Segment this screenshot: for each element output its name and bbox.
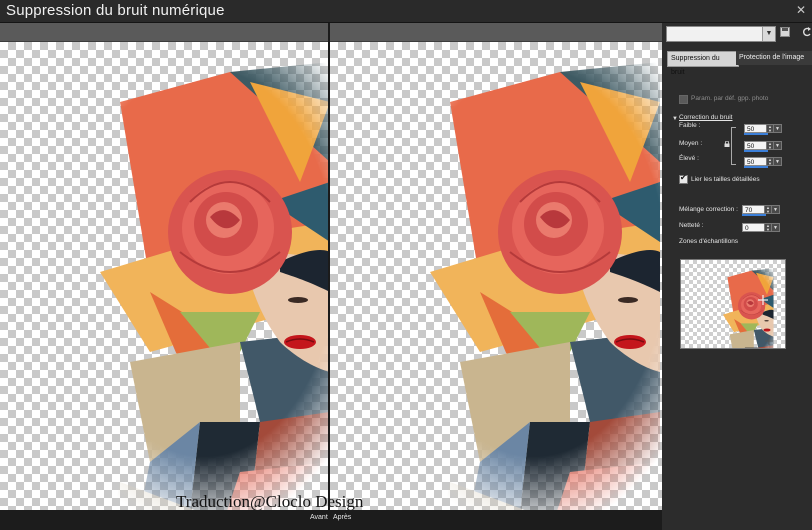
portrait-image-before: [0, 42, 328, 529]
navigator-thumbnail: [681, 260, 785, 348]
tab-noise-removal[interactable]: Suppression du bruit: [667, 51, 739, 76]
noise-correction-heading[interactable]: Correction du bruit: [679, 114, 732, 121]
mix-slider[interactable]: [742, 214, 766, 216]
low-value-field[interactable]: 50: [744, 124, 768, 133]
after-pane-header: [330, 23, 662, 42]
sharpness-label: Netteté :: [679, 222, 704, 229]
sharpness-value-field[interactable]: 0: [742, 223, 766, 232]
link-sizes-checkbox[interactable]: ✔: [679, 173, 688, 184]
save-preset-icon[interactable]: [780, 27, 790, 37]
high-label: Élevé :: [679, 155, 699, 162]
medium-dropdown[interactable]: ▼: [773, 141, 782, 150]
mix-dropdown[interactable]: ▼: [771, 205, 780, 214]
high-value-field[interactable]: 50: [744, 157, 768, 166]
before-after-strip: Avant Après: [0, 510, 662, 530]
before-pane-header: [0, 23, 328, 42]
low-label: Faible :: [679, 122, 701, 129]
settings-panel: ▼ Suppression du bruit Protection de l'i…: [662, 23, 812, 530]
portrait-image-after: [330, 42, 660, 529]
after-label: Après: [333, 514, 352, 521]
medium-label: Moyen :: [679, 140, 703, 147]
checkmark-icon: ✔: [680, 173, 687, 182]
lock-icon[interactable]: [724, 141, 730, 147]
mix-label: Mélange correction :: [679, 206, 738, 213]
camera-defaults-checkbox[interactable]: [679, 95, 688, 104]
medium-value-field[interactable]: 50: [744, 141, 768, 150]
tab-image-protection[interactable]: Protection de l'image: [736, 51, 812, 65]
medium-slider[interactable]: [744, 150, 768, 152]
mix-value-field[interactable]: 70: [742, 205, 766, 214]
samples-label: Zones d'échantillons: [679, 238, 739, 245]
collapse-triangle-icon[interactable]: ▼: [672, 116, 678, 122]
low-slider[interactable]: [744, 133, 768, 135]
sharpness-dropdown[interactable]: ▼: [771, 223, 780, 232]
watermark-text: Traduction@Cloclo Design: [176, 492, 364, 511]
before-preview-pane[interactable]: [0, 42, 328, 529]
after-preview-pane[interactable]: [330, 42, 662, 529]
link-sizes-label: Lier les tailles détaillées: [691, 176, 760, 183]
chevron-down-icon[interactable]: ▼: [762, 27, 775, 41]
preset-dropdown[interactable]: ▼: [666, 26, 776, 42]
high-slider[interactable]: [744, 166, 768, 168]
high-dropdown[interactable]: ▼: [773, 157, 782, 166]
low-dropdown[interactable]: ▼: [773, 124, 782, 133]
title-bar: Suppression du bruit numérique ✕: [0, 0, 812, 23]
camera-defaults-label: Param. par déf. gpp. photo: [691, 95, 769, 102]
link-bracket: [731, 127, 736, 165]
before-label: Avant: [310, 514, 328, 521]
window-title: Suppression du bruit numérique: [6, 2, 225, 19]
sample-navigator[interactable]: [680, 259, 786, 349]
preview-area: Traduction@Cloclo Design: [0, 23, 662, 530]
reset-icon[interactable]: [802, 26, 812, 38]
close-icon[interactable]: ✕: [796, 3, 806, 17]
